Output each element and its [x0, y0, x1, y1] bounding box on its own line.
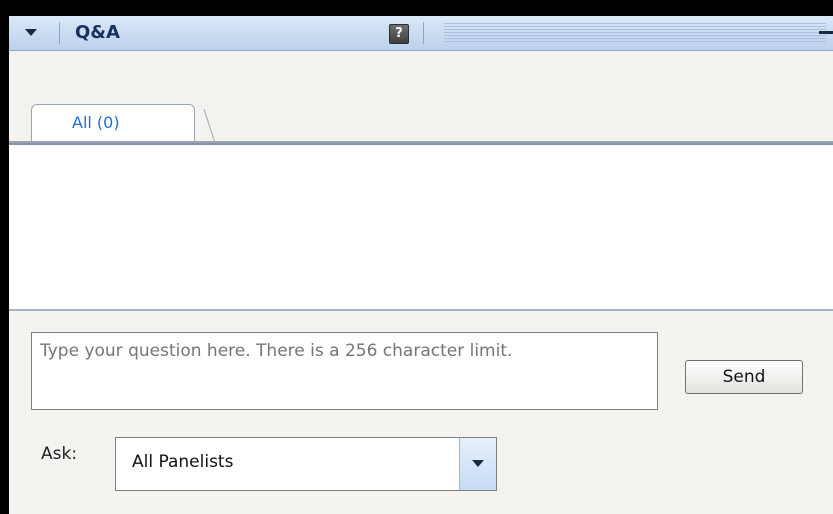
panel-title-bar: Q&A ?: [9, 16, 833, 51]
chevron-down-icon[interactable]: [23, 25, 41, 41]
minimize-icon[interactable]: [819, 31, 833, 34]
panel-title: Q&A: [75, 22, 120, 43]
drag-handle[interactable]: [444, 23, 826, 43]
question-input[interactable]: [31, 332, 658, 410]
question-list[interactable]: [9, 143, 833, 311]
tab-all[interactable]: All (0): [31, 104, 195, 141]
ask-selected-value: All Panelists: [132, 452, 234, 472]
ask-label: Ask:: [41, 444, 78, 464]
send-button[interactable]: Send: [685, 360, 803, 394]
tab-strip: All (0): [9, 51, 833, 143]
chevron-down-icon[interactable]: [459, 438, 496, 490]
title-divider: [59, 22, 60, 44]
title-divider: [423, 22, 424, 44]
help-icon[interactable]: ?: [389, 24, 409, 44]
tab-all-label: All (0): [72, 113, 120, 132]
qa-panel: Q&A ? All (0) Send Ask: All Panelists: [9, 16, 833, 514]
ask-recipient-select[interactable]: All Panelists: [115, 437, 497, 491]
